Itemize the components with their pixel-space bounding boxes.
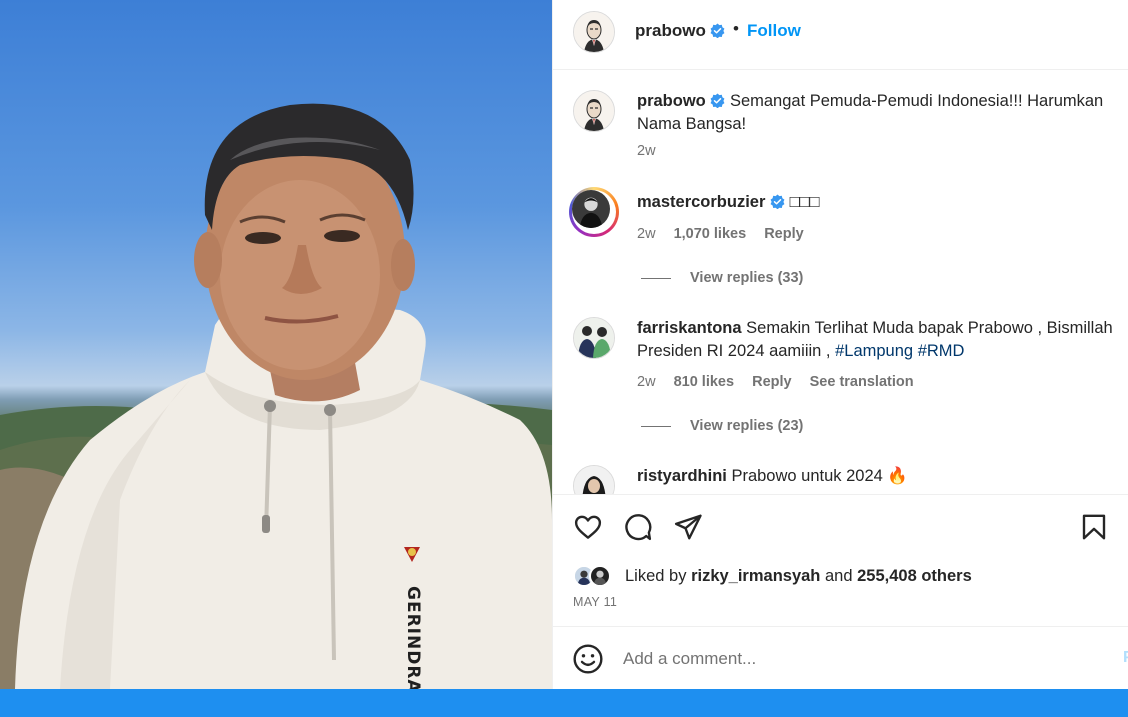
caption-text: Semangat Pemuda-Pemudi Indonesia!!! Haru… (637, 92, 1104, 133)
view-replies-label: View replies (23) (690, 418, 804, 434)
comments-list[interactable]: prabowo Semangat Pemuda-Pemudi Indonesia… (553, 71, 1128, 494)
comment-username[interactable]: mastercorbuzier (637, 193, 765, 211)
comment-input[interactable] (623, 645, 1103, 673)
hashtag-link[interactable]: #RMD (918, 342, 965, 360)
liked-by-and: and (824, 567, 853, 585)
caption-meta: 2w (637, 143, 670, 159)
comment-meta: 2w 1,070 likes Reply (637, 226, 818, 242)
comment-time[interactable]: 2w (637, 226, 656, 242)
reply-button[interactable]: Reply (764, 226, 804, 242)
comment-text: □□□ (789, 193, 820, 211)
verified-badge-icon (710, 23, 725, 38)
liked-by-prefix: Liked by (625, 567, 687, 585)
replies-line (641, 277, 671, 279)
commenter-avatar[interactable] (573, 465, 615, 494)
add-comment-bar: P (553, 626, 1128, 689)
view-replies-button[interactable]: View replies (23) (641, 418, 803, 434)
comment-username[interactable]: ristyardhini (637, 467, 727, 485)
follow-button[interactable]: Follow (747, 21, 801, 41)
post-comment-button[interactable]: P (1123, 649, 1128, 667)
comment-likes[interactable]: 810 likes (674, 374, 734, 390)
header-username[interactable]: prabowo (635, 21, 706, 41)
see-translation-button[interactable]: See translation (810, 374, 914, 390)
post-panel: prabowo • Follow prabowo Semangat Pemuda… (552, 0, 1128, 689)
post-date[interactable]: MAY 11 (573, 595, 617, 609)
emoji-icon[interactable] (572, 643, 604, 675)
caption-time[interactable]: 2w (637, 143, 656, 159)
comment-meta: 2w 810 likes Reply See translation (637, 374, 928, 390)
verified-badge-icon (770, 194, 785, 209)
likes-count[interactable]: 255,408 others (857, 567, 972, 585)
bottom-bar (0, 689, 1128, 717)
comment-text: Prabowo untuk 2024 🔥 (731, 467, 908, 485)
comment-time[interactable]: 2w (637, 374, 656, 390)
view-replies-label: View replies (33) (690, 270, 804, 286)
commenter-avatar[interactable] (573, 317, 615, 359)
hashtag-link[interactable]: #Lampung (835, 342, 913, 360)
caption-author-avatar[interactable] (573, 90, 615, 132)
share-icon[interactable] (673, 512, 703, 542)
reply-button[interactable]: Reply (752, 374, 792, 390)
comment-likes[interactable]: 1,070 likes (674, 226, 747, 242)
action-bar: Liked by rizky_irmansyah and 255,408 oth… (553, 494, 1128, 626)
author-avatar[interactable] (573, 11, 615, 53)
separator-dot: • (733, 19, 739, 38)
hoodie-gerindra-text: GERINDRA (403, 586, 423, 689)
bookmark-icon[interactable] (1079, 512, 1109, 542)
liked-by-user[interactable]: rizky_irmansyah (691, 567, 820, 585)
caption-username[interactable]: prabowo (637, 92, 706, 110)
verified-badge-icon (710, 93, 725, 108)
comment-text-block: mastercorbuzier □□□ (637, 191, 1127, 214)
view-replies-button[interactable]: View replies (33) (641, 270, 803, 286)
comment-username[interactable]: farriskantona (637, 319, 742, 337)
replies-line (641, 425, 671, 427)
heart-icon[interactable] (573, 512, 603, 542)
comment-text-block: ristyardhini Prabowo untuk 2024 🔥 (637, 465, 1127, 488)
liker-avatar[interactable] (589, 565, 611, 587)
comment-text-block: farriskantona Semakin Terlihat Muda bapa… (637, 317, 1127, 363)
story-ring[interactable] (569, 187, 619, 237)
post-photo: GERINDRA (0, 0, 552, 689)
comment-icon[interactable] (623, 512, 653, 542)
post-header: prabowo • Follow (553, 0, 1128, 70)
liked-by-text: Liked by rizky_irmansyah and 255,408 oth… (625, 567, 972, 586)
commenter-avatar[interactable] (572, 190, 610, 228)
caption-text-block: prabowo Semangat Pemuda-Pemudi Indonesia… (637, 90, 1127, 136)
